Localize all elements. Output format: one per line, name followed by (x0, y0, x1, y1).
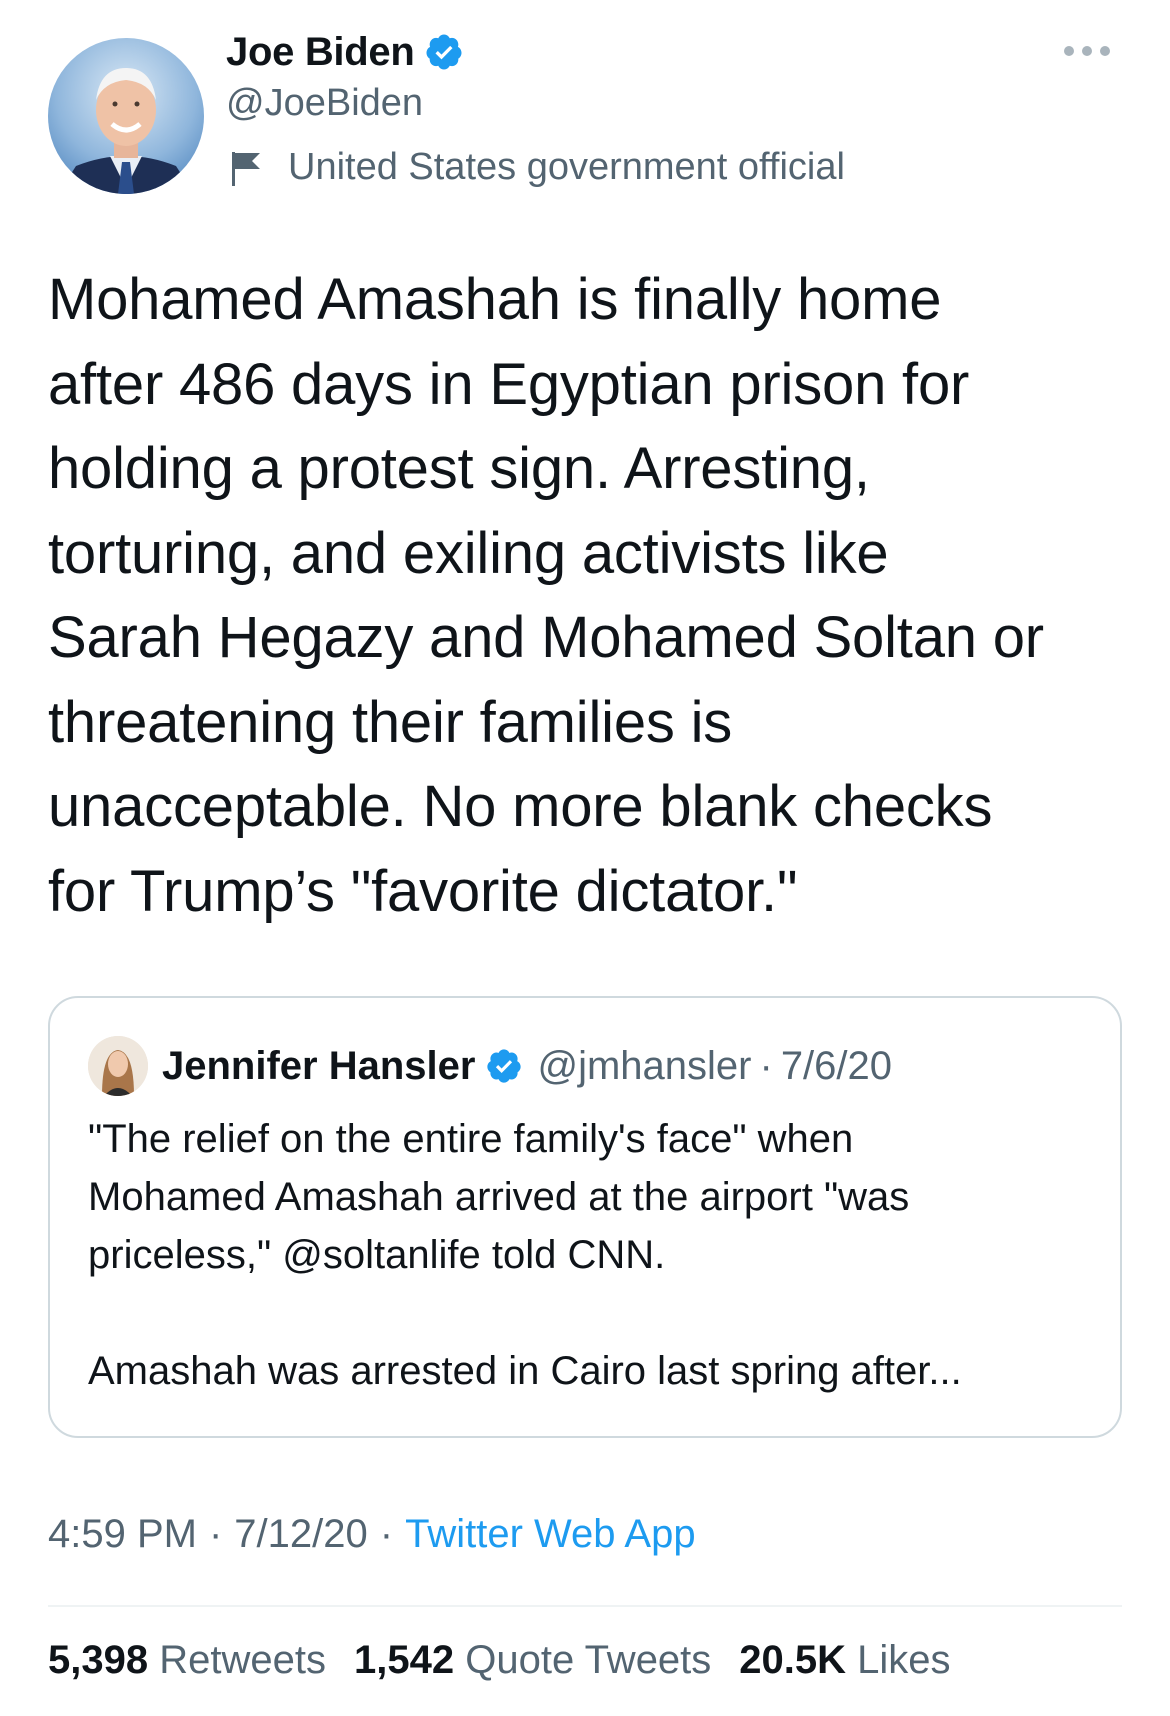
quote-tweets-count: 1,542 (353, 1638, 455, 1682)
quoted-tweet-card[interactable]: Jennifer Hansler @jmhansler · 7/6/20 "Th… (48, 996, 1122, 1438)
retweets-count: 5,398 (48, 1638, 149, 1682)
author-display-name[interactable]: Joe Biden (226, 30, 415, 75)
engagement-stats: 5,398 Retweets 1,542 Quote Tweets 20.5K … (48, 1638, 979, 1683)
tweet-date[interactable]: 7/12/20 (234, 1512, 367, 1556)
author-handle[interactable]: @JoeBiden (226, 82, 423, 125)
tweet-metadata: 4:59 PM · 7/12/20 · Twitter Web App (48, 1512, 696, 1557)
verified-badge-icon (426, 34, 462, 70)
retweets-stat[interactable]: 5,398 Retweets (48, 1638, 326, 1683)
quoted-author-name: Jennifer Hansler (162, 1043, 476, 1088)
quoted-date: 7/6/20 (780, 1043, 893, 1088)
likes-label: Likes (857, 1638, 951, 1682)
meta-separator: · (379, 1512, 394, 1556)
government-label-text: United States government official (288, 146, 845, 188)
tweet-source-link[interactable]: Twitter Web App (405, 1512, 696, 1556)
more-horizontal-icon[interactable] (1062, 44, 1112, 58)
quote-tweets-stat[interactable]: 1,542 Quote Tweets (354, 1638, 711, 1683)
likes-stat[interactable]: 20.5K Likes (739, 1638, 950, 1683)
quoted-separator: · (759, 1043, 773, 1088)
flag-icon (232, 151, 260, 186)
tweet-detail: Joe Biden @JoeBiden United States govern… (0, 0, 1170, 1716)
tweet-time[interactable]: 4:59 PM (48, 1512, 197, 1556)
quoted-author-handle: @jmhansler (537, 1043, 752, 1088)
quoted-author-avatar (88, 1036, 148, 1096)
government-label[interactable]: United States government official (230, 146, 845, 189)
author-avatar[interactable] (48, 38, 204, 194)
quote-tweets-label: Quote Tweets (465, 1638, 712, 1682)
quoted-tweet-text: "The relief on the entire family's face"… (88, 1117, 962, 1393)
verified-badge-icon (487, 1049, 522, 1083)
author-name-row[interactable]: Joe Biden (226, 26, 464, 78)
quoted-author-row: Jennifer Hansler @jmhansler · 7/6/20 (162, 1036, 892, 1096)
likes-count: 20.5K (739, 1638, 847, 1682)
retweets-label: Retweets (159, 1638, 326, 1682)
meta-separator: · (208, 1512, 223, 1556)
stats-divider (48, 1605, 1122, 1607)
tweet-text: Mohamed Amashah is finally home after 48… (48, 267, 1044, 924)
